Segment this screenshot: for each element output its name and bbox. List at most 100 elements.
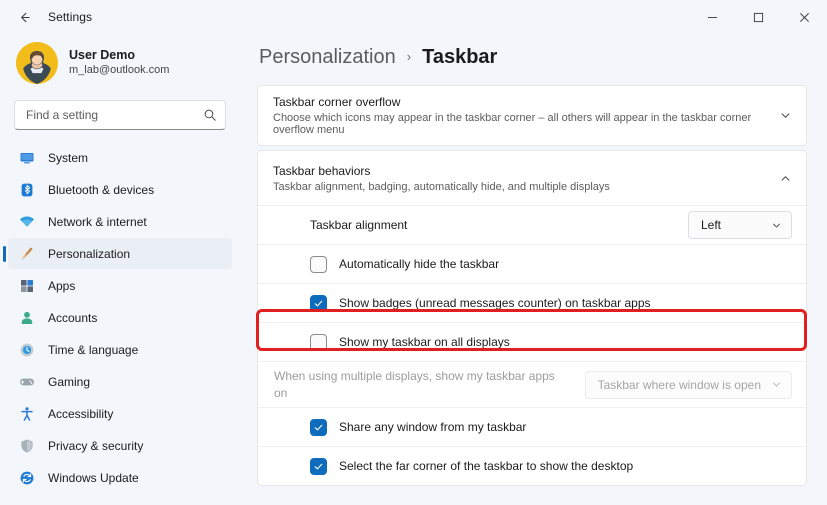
sidebar-item-label: Time & language [48,342,139,357]
chevron-down-icon [771,220,782,231]
row-label: Show my taskbar on all displays [339,335,510,349]
row-label: Show badges (unread messages counter) on… [339,296,651,310]
apps-icon [18,277,35,294]
back-button[interactable] [8,1,40,33]
expander-header[interactable]: Taskbar behaviors Taskbar alignment, bad… [258,151,806,205]
sidebar-item-system[interactable]: System [8,142,232,173]
window-controls [689,0,827,34]
account-block[interactable]: User Demo m_lab@outlook.com [8,34,232,94]
sidebar-item-apps[interactable]: Apps [8,270,232,301]
content-area: Personalization › Taskbar Taskbar corner… [240,34,827,505]
chevron-down-icon[interactable] [769,109,792,122]
sidebar-item-time-language[interactable]: Time & language [8,334,232,365]
expander-header[interactable]: Taskbar corner overflow Choose which ico… [258,86,806,145]
sidebar-item-windows-update[interactable]: Windows Update [8,462,232,493]
sidebar-item-accounts[interactable]: Accounts [8,302,232,333]
row-label: Taskbar alignment [310,218,408,232]
section-title: Taskbar behaviors [273,163,371,178]
section-subtitle: Taskbar alignment, badging, automaticall… [273,180,610,193]
close-button[interactable] [781,0,827,34]
all-displays-checkbox[interactable] [310,333,327,351]
row-label: Automatically hide the taskbar [339,257,500,271]
sidebar-item-privacy-security[interactable]: Privacy & security [8,430,232,461]
row-share-any-window[interactable]: Share any window from my taskbar [258,407,806,446]
multi-display-dropdown: Taskbar where window is open [584,370,792,399]
settings-window: Settings User Demo m_lab@outlook.com Fin… [0,0,827,505]
maximize-button[interactable] [735,0,781,34]
expander-texts: Taskbar corner overflow Choose which ico… [273,95,769,136]
section-subtitle: Choose which icons may appear in the tas… [273,112,752,136]
bluetooth-icon [18,181,35,198]
search-input[interactable] [26,108,203,122]
account-email: m_lab@outlook.com [69,64,170,77]
sidebar-item-label: Privacy & security [48,438,144,453]
section-taskbar-behaviors: Taskbar behaviors Taskbar alignment, bad… [257,150,807,486]
update-icon [18,469,35,486]
app-title: Settings [48,10,93,24]
search-box[interactable] [14,100,226,130]
row-select-far-corner[interactable]: Select the far corner of the taskbar to … [258,446,806,485]
sidebar-item-label: Apps [48,278,76,293]
row-label: Select the far corner of the taskbar to … [339,459,634,473]
row-taskbar-alignment: Taskbar alignment Left [258,205,806,244]
sidebar-item-label: Personalization [48,246,131,261]
sidebar-item-label: Bluetooth & devices [48,182,155,197]
sidebar-item-label: Accessibility [48,406,114,421]
auto-hide-checkbox[interactable] [310,255,327,273]
row-show-badges[interactable]: Show badges (unread messages counter) on… [258,283,806,322]
shield-icon [18,437,35,454]
share-window-checkbox[interactable] [310,418,327,436]
breadcrumb-separator: › [406,49,412,64]
breadcrumb: Personalization › Taskbar [257,34,807,85]
gamepad-icon [18,373,35,390]
row-multi-display-taskbar-apps: When using multiple displays, show my ta… [258,361,806,407]
row-label: When using multiple displays, show my ta… [274,369,555,400]
sidebar-item-bluetooth-devices[interactable]: Bluetooth & devices [8,174,232,205]
sidebar-item-gaming[interactable]: Gaming [8,366,232,397]
chevron-down-icon [771,379,782,390]
paintbrush-icon [18,245,35,262]
minimize-icon [707,12,718,23]
far-corner-checkbox[interactable] [310,457,327,475]
account-name: User Demo [69,48,135,63]
dropdown-value: Taskbar where window is open [597,377,761,392]
close-icon [799,12,810,23]
back-arrow-icon [17,10,32,25]
sidebar-item-label: Windows Update [48,470,139,485]
monitor-icon [18,149,35,166]
settings-cards: Taskbar corner overflow Choose which ico… [256,85,807,486]
sidebar-item-personalization[interactable]: Personalization [8,238,232,269]
row-show-taskbar-all-displays[interactable]: Show my taskbar on all displays [258,322,806,361]
accessibility-icon [18,405,35,422]
sidebar-item-label: Network & internet [48,214,147,229]
sidebar-item-label: Accounts [48,310,98,325]
section-taskbar-corner-overflow[interactable]: Taskbar corner overflow Choose which ico… [257,85,807,146]
row-auto-hide-taskbar[interactable]: Automatically hide the taskbar [258,244,806,283]
behaviors-list: Taskbar alignment Left Automatically hid… [258,205,806,485]
title-bar: Settings [0,0,827,34]
sidebar: User Demo m_lab@outlook.com Find a setti… [0,34,240,505]
sidebar-item-label: Gaming [48,374,91,389]
person-icon [18,309,35,326]
maximize-icon [753,12,764,23]
chevron-up-icon[interactable] [769,172,792,185]
sidebar-item-accessibility[interactable]: Accessibility [8,398,232,429]
sidebar-item-label: System [48,150,89,165]
avatar [16,42,58,84]
section-title: Taskbar corner overflow [273,95,401,109]
show-badges-checkbox[interactable] [310,294,327,312]
taskbar-alignment-dropdown[interactable]: Left [688,211,792,239]
sidebar-item-network-internet[interactable]: Network & internet [8,206,232,237]
dropdown-value: Left [701,218,722,232]
breadcrumb-parent[interactable]: Personalization [259,46,396,69]
minimize-button[interactable] [689,0,735,34]
expander-texts: Taskbar behaviors Taskbar alignment, bad… [273,164,769,193]
wifi-icon [18,213,35,230]
page-title: Taskbar [422,46,498,68]
window-body: User Demo m_lab@outlook.com Find a setti… [0,34,827,505]
sidebar-nav: System Bluetooth & devices Network & int… [8,142,232,493]
row-label: Share any window from my taskbar [339,420,527,434]
account-text: User Demo m_lab@outlook.com [69,48,169,77]
clock-globe-icon [18,341,35,358]
search-icon [203,108,217,122]
